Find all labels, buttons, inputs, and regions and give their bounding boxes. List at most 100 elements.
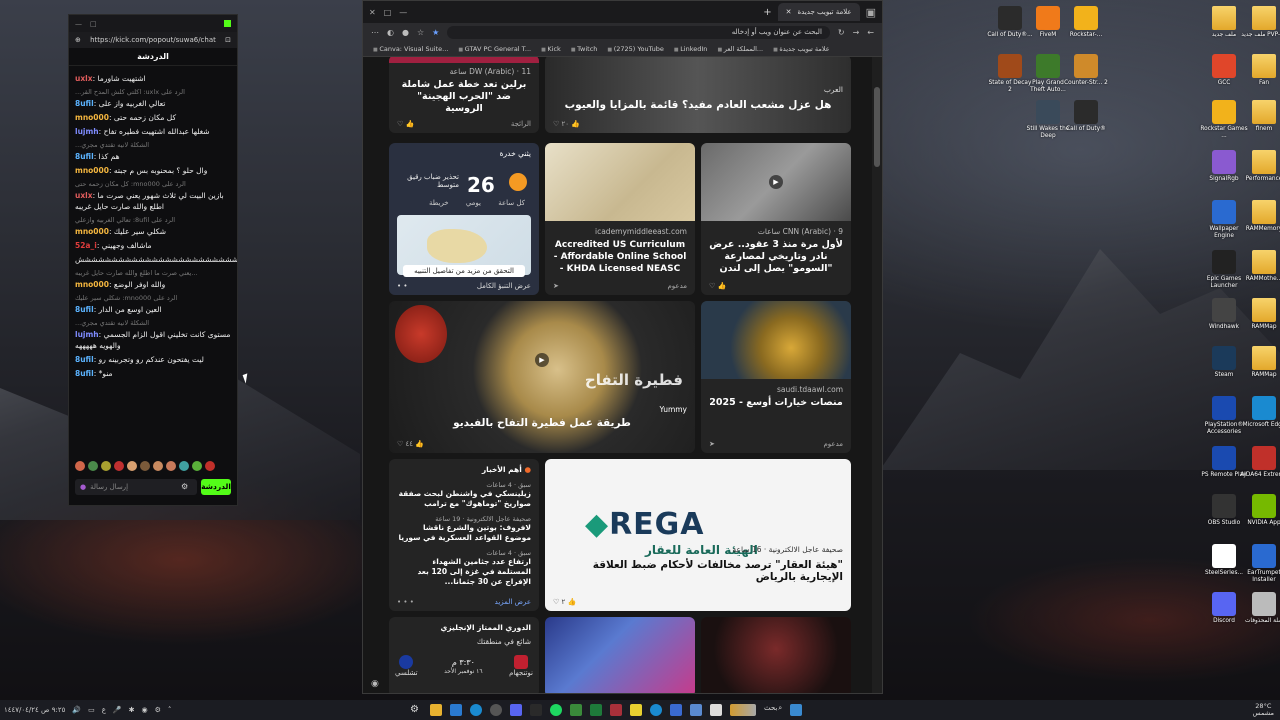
- like-icon[interactable]: 👍 ٢ ♡: [553, 598, 576, 606]
- play-icon[interactable]: ▶: [535, 353, 549, 367]
- chevron-up-icon[interactable]: ˄: [168, 706, 172, 714]
- discord-icon[interactable]: [510, 704, 522, 716]
- app-icon[interactable]: [710, 704, 722, 716]
- like-icon[interactable]: 👍 ♡: [709, 282, 726, 290]
- steam-icon[interactable]: [530, 704, 542, 716]
- star-icon[interactable]: ★: [432, 28, 439, 37]
- like-icon[interactable]: 👍 ٤٤ ♡: [397, 440, 424, 448]
- chat-username[interactable]: 52a_i: [75, 241, 97, 250]
- chat-message-list[interactable]: uxlx: اشتهيت شاورما الرد على uxlx: اكلتي …: [69, 69, 237, 457]
- chat-username[interactable]: 8ufil: [75, 305, 94, 314]
- volume-icon[interactable]: 🔊: [72, 706, 81, 714]
- chat-username[interactable]: mno000: [75, 227, 109, 236]
- chat-message[interactable]: lujmh: شغلها عبدالله اشتهيت فطيره تفاح: [75, 126, 231, 137]
- full-forecast-link[interactable]: عرض التنبؤ الكامل: [477, 282, 531, 290]
- notes-icon[interactable]: [630, 704, 642, 716]
- menu-icon[interactable]: ⋯: [371, 28, 379, 37]
- emote-icon[interactable]: [153, 461, 163, 471]
- top-news-item[interactable]: سبق · 4 ساعات زيلينسكي في واشنطن لبحث صفق…: [397, 481, 531, 509]
- chat-send-button[interactable]: الدردشة: [201, 479, 231, 495]
- forward-icon[interactable]: →: [853, 28, 860, 37]
- network-icon[interactable]: ▭: [88, 706, 95, 714]
- video-card-apple-pie[interactable]: ▶ فطيرة التفاح Yummy طريقة عمل فطيرة الت…: [389, 301, 695, 453]
- desktop-shortcut[interactable]: Microsoft Edge: [1240, 396, 1280, 429]
- desktop-shortcut[interactable]: RAMMap: [1240, 298, 1280, 331]
- edge-icon[interactable]: [470, 704, 482, 716]
- desktop-shortcut[interactable]: Rockstar-...: [1062, 6, 1110, 39]
- refresh-icon[interactable]: ↻: [838, 28, 845, 37]
- emote-icon[interactable]: [75, 461, 85, 471]
- store-icon[interactable]: [450, 704, 462, 716]
- bluetooth-icon[interactable]: ✱: [129, 706, 135, 714]
- xbox-icon[interactable]: [570, 704, 582, 716]
- top-news-item[interactable]: صحيفة عاجل الالكترونية · 19 ساعة لافروف: …: [397, 515, 531, 543]
- chat-message[interactable]: mno000: كل مكان زحمه حتى: [75, 112, 231, 123]
- weather-tab-map[interactable]: خريطة: [429, 199, 449, 207]
- chat-message[interactable]: الشكلة لانيه تقتدي مجري... 8ufil: هم كذا: [75, 140, 231, 162]
- start-icon[interactable]: [790, 704, 803, 716]
- desktop-shortcut[interactable]: finem: [1240, 100, 1280, 133]
- search-box[interactable]: بحث ⌕: [764, 704, 782, 716]
- chat-username[interactable]: 8ufil: [75, 152, 94, 161]
- share-icon[interactable]: ➤: [553, 282, 559, 290]
- bookmark-item[interactable]: (2725) YouTube: [607, 45, 664, 53]
- emote-icon[interactable]: [114, 461, 124, 471]
- emote-icon[interactable]: [127, 461, 137, 471]
- bookmark-item[interactable]: Twitch: [571, 45, 597, 53]
- chat-username[interactable]: uxlx: [75, 191, 93, 200]
- emote-picker-icon[interactable]: ●: [80, 483, 86, 491]
- chat-username[interactable]: uxlx: [75, 74, 93, 83]
- emote-icon[interactable]: [166, 461, 176, 471]
- favorites-icon[interactable]: ☆: [417, 28, 424, 37]
- chat-username[interactable]: lujmh: [75, 330, 99, 339]
- emote-icon[interactable]: [192, 461, 202, 471]
- steam-taskbar-icon[interactable]: ⚙: [410, 704, 422, 716]
- bookmark-item[interactable]: Canva: Visual Suite...: [373, 45, 448, 53]
- desktop-shortcut[interactable]: AIDA64 Extreme: [1240, 446, 1280, 479]
- minimize-icon[interactable]: —: [399, 8, 407, 17]
- desktop-shortcut[interactable]: Counter-Str... 2: [1062, 54, 1110, 87]
- profile-icon[interactable]: ●: [402, 28, 409, 37]
- desktop-shortcut[interactable]: NVIDIA App: [1240, 494, 1280, 527]
- chat-username[interactable]: lujmh: [75, 127, 99, 136]
- desktop-shortcut[interactable]: RAMMothe...: [1240, 250, 1280, 283]
- back-icon[interactable]: ←: [867, 28, 874, 37]
- tray-app-icon[interactable]: ◉: [142, 706, 148, 714]
- address-input[interactable]: البحث عن عنوان ويب أو إدخاله: [447, 25, 830, 39]
- obs-icon[interactable]: [490, 704, 502, 716]
- scrollbar[interactable]: [872, 57, 882, 693]
- news-card-exhaust[interactable]: العرب هل عزل مشعب العادم مفيد؟ قائمة بال…: [545, 57, 851, 133]
- new-tab-icon[interactable]: +: [763, 7, 771, 18]
- chat-message[interactable]: 52a_i: ماشالف وجهيني: [75, 240, 231, 251]
- chat-username[interactable]: 8ufil: [75, 369, 94, 378]
- weather-alert-link[interactable]: التحقق من مزيد من تفاصيل التنبيه: [403, 265, 525, 277]
- emote-bar[interactable]: [75, 461, 231, 475]
- tab-actions-icon[interactable]: ▣: [866, 6, 876, 19]
- chat-message[interactable]: الرد على mno000: كل مكان زحمه حتى uxlx: ب…: [75, 179, 231, 212]
- widgets-icon[interactable]: [730, 704, 756, 716]
- emote-icon[interactable]: [179, 461, 189, 471]
- app-icon[interactable]: [670, 704, 682, 716]
- news-card-dw[interactable]: DW (Arabic) · 11 ساعة برلين تعد خطة عمل …: [389, 57, 539, 133]
- bookmark-item[interactable]: المملكة العر...: [717, 45, 763, 53]
- extensions-icon[interactable]: ◐: [387, 28, 394, 37]
- minimize-icon[interactable]: —: [75, 20, 82, 28]
- chat-message[interactable]: uxlx: اشتهيت شاورما: [75, 73, 231, 84]
- top-news-card[interactable]: ● أهم الأخبار سبق · 4 ساعات زيلينسكي في و…: [389, 459, 539, 611]
- file-explorer-icon[interactable]: [430, 704, 442, 716]
- chat-message[interactable]: mno000: وال حلو ؟ بمحنوبه بس م جبته: [75, 165, 231, 176]
- chat-username[interactable]: 8ufil: [75, 99, 94, 108]
- sports-card[interactable]: الدوري الممتاز الإنجليزي شائع في منطقتك …: [389, 617, 539, 693]
- bookmark-item[interactable]: GTAV PC General T...: [458, 45, 531, 53]
- like-icon[interactable]: 👍 ٢٠ ♡: [553, 120, 580, 128]
- bookmark-item[interactable]: LinkedIn: [674, 45, 707, 53]
- like-icon[interactable]: 👍 ♡: [397, 120, 414, 128]
- extension-icon[interactable]: ⊕: [75, 36, 81, 44]
- chat-message[interactable]: الشكلة لانيه تقتدي مجري... lujmh: مستوى ك…: [75, 318, 231, 351]
- tab-new-tab[interactable]: ✕ علامة تبويب جديدة: [777, 3, 860, 21]
- chat-message[interactable]: 8ufil: *منو: [75, 368, 231, 379]
- bookmark-item[interactable]: علامة تبويب جديدة: [773, 45, 829, 53]
- desktop-shortcut[interactable]: سلة المحذوفات: [1240, 592, 1280, 625]
- weather-tab-daily[interactable]: يومي: [466, 199, 481, 207]
- play-icon[interactable]: ▶: [769, 175, 783, 189]
